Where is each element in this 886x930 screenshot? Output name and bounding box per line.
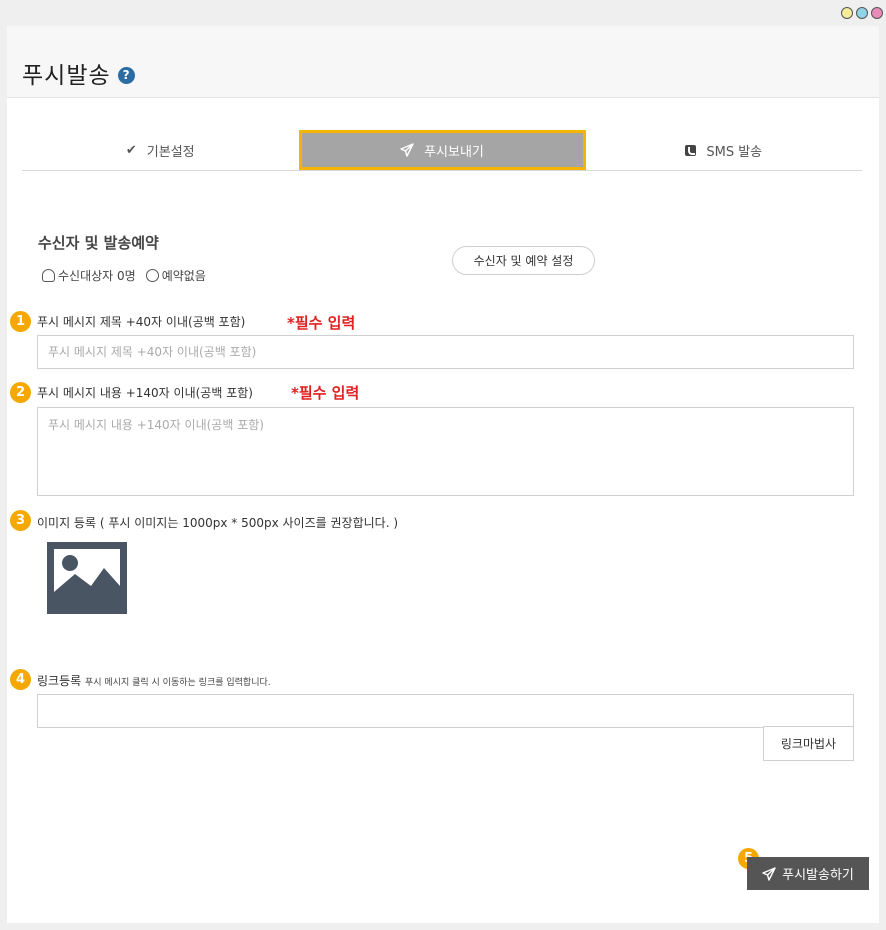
- link-wizard-button[interactable]: 링크마법사: [763, 726, 854, 761]
- image-upload-placeholder[interactable]: [47, 542, 127, 614]
- reservation-text: 예약없음: [161, 269, 206, 283]
- content-field-label: 푸시 메시지 내용 +140자 이내(공백 포함): [37, 386, 253, 400]
- link-hint-text: 푸시 메시지 클릭 시 이동하는 링크를 입력합니다.: [85, 678, 271, 688]
- reservation-status: 예약없음: [145, 267, 206, 284]
- title-field-label: 푸시 메시지 제목 +40자 이내(공백 포함): [37, 315, 246, 329]
- step-badge-1: 1: [10, 311, 31, 332]
- minimize-dot[interactable]: [841, 7, 853, 19]
- tab-bar: ✔ 기본설정 푸시보내기 SMS 발송: [22, 130, 862, 171]
- check-icon: ✔: [125, 142, 137, 158]
- required-mark: *필수 입력: [287, 314, 356, 332]
- user-icon: [42, 269, 55, 282]
- target-count-text: 수신대상자 0명: [58, 269, 136, 283]
- recipient-settings-button[interactable]: 수신자 및 예약 설정: [452, 246, 595, 275]
- tab-label: 푸시보내기: [424, 144, 484, 160]
- tab-basic-settings[interactable]: ✔ 기본설정: [22, 130, 299, 170]
- step-badge-3: 3: [10, 510, 31, 531]
- send-push-button[interactable]: 푸시발송하기: [747, 857, 869, 890]
- paper-plane-icon: [762, 866, 776, 881]
- recipients-info: 수신대상자 0명 예약없음: [42, 267, 206, 284]
- phone-icon: [685, 144, 697, 156]
- page-header: 푸시발송 ?: [7, 26, 879, 98]
- push-content-textarea[interactable]: [37, 407, 854, 496]
- window-controls: [841, 7, 883, 19]
- question-circle-icon[interactable]: ?: [117, 66, 135, 84]
- push-title-input[interactable]: [37, 335, 854, 369]
- link-input[interactable]: [37, 694, 854, 728]
- image-field-label: 이미지 등록 ( 푸시 이미지는 1000px * 500px 사이즈를 권장합…: [37, 516, 399, 530]
- tab-send-push[interactable]: 푸시보내기: [298, 130, 586, 170]
- required-mark: *필수 입력: [291, 384, 360, 402]
- send-push-label: 푸시발송하기: [782, 868, 854, 883]
- close-dot[interactable]: [871, 7, 883, 19]
- main-panel: 푸시발송 ? ✔ 기본설정 푸시보내기 SMS 발송 수신자 및 발송예약 수신…: [7, 26, 879, 923]
- link-field-label: 링크등록 푸시 메시지 클릭 시 이동하는 링크를 입력합니다.: [37, 672, 271, 689]
- step-badge-2: 2: [10, 382, 31, 403]
- tab-label: SMS 발송: [706, 144, 763, 160]
- image-icon: [54, 549, 120, 599]
- page-title: 푸시발송: [22, 62, 111, 89]
- target-count: 수신대상자 0명: [42, 267, 136, 284]
- step-badge-4: 4: [10, 669, 31, 690]
- maximize-dot[interactable]: [856, 7, 868, 19]
- tab-sms-send[interactable]: SMS 발송: [586, 130, 863, 170]
- recipients-title: 수신자 및 발송예약: [38, 234, 159, 252]
- clock-icon: [145, 269, 159, 282]
- tab-label: 기본설정: [146, 144, 195, 160]
- link-label-text: 링크등록: [37, 674, 82, 688]
- paper-plane-icon: [400, 143, 414, 157]
